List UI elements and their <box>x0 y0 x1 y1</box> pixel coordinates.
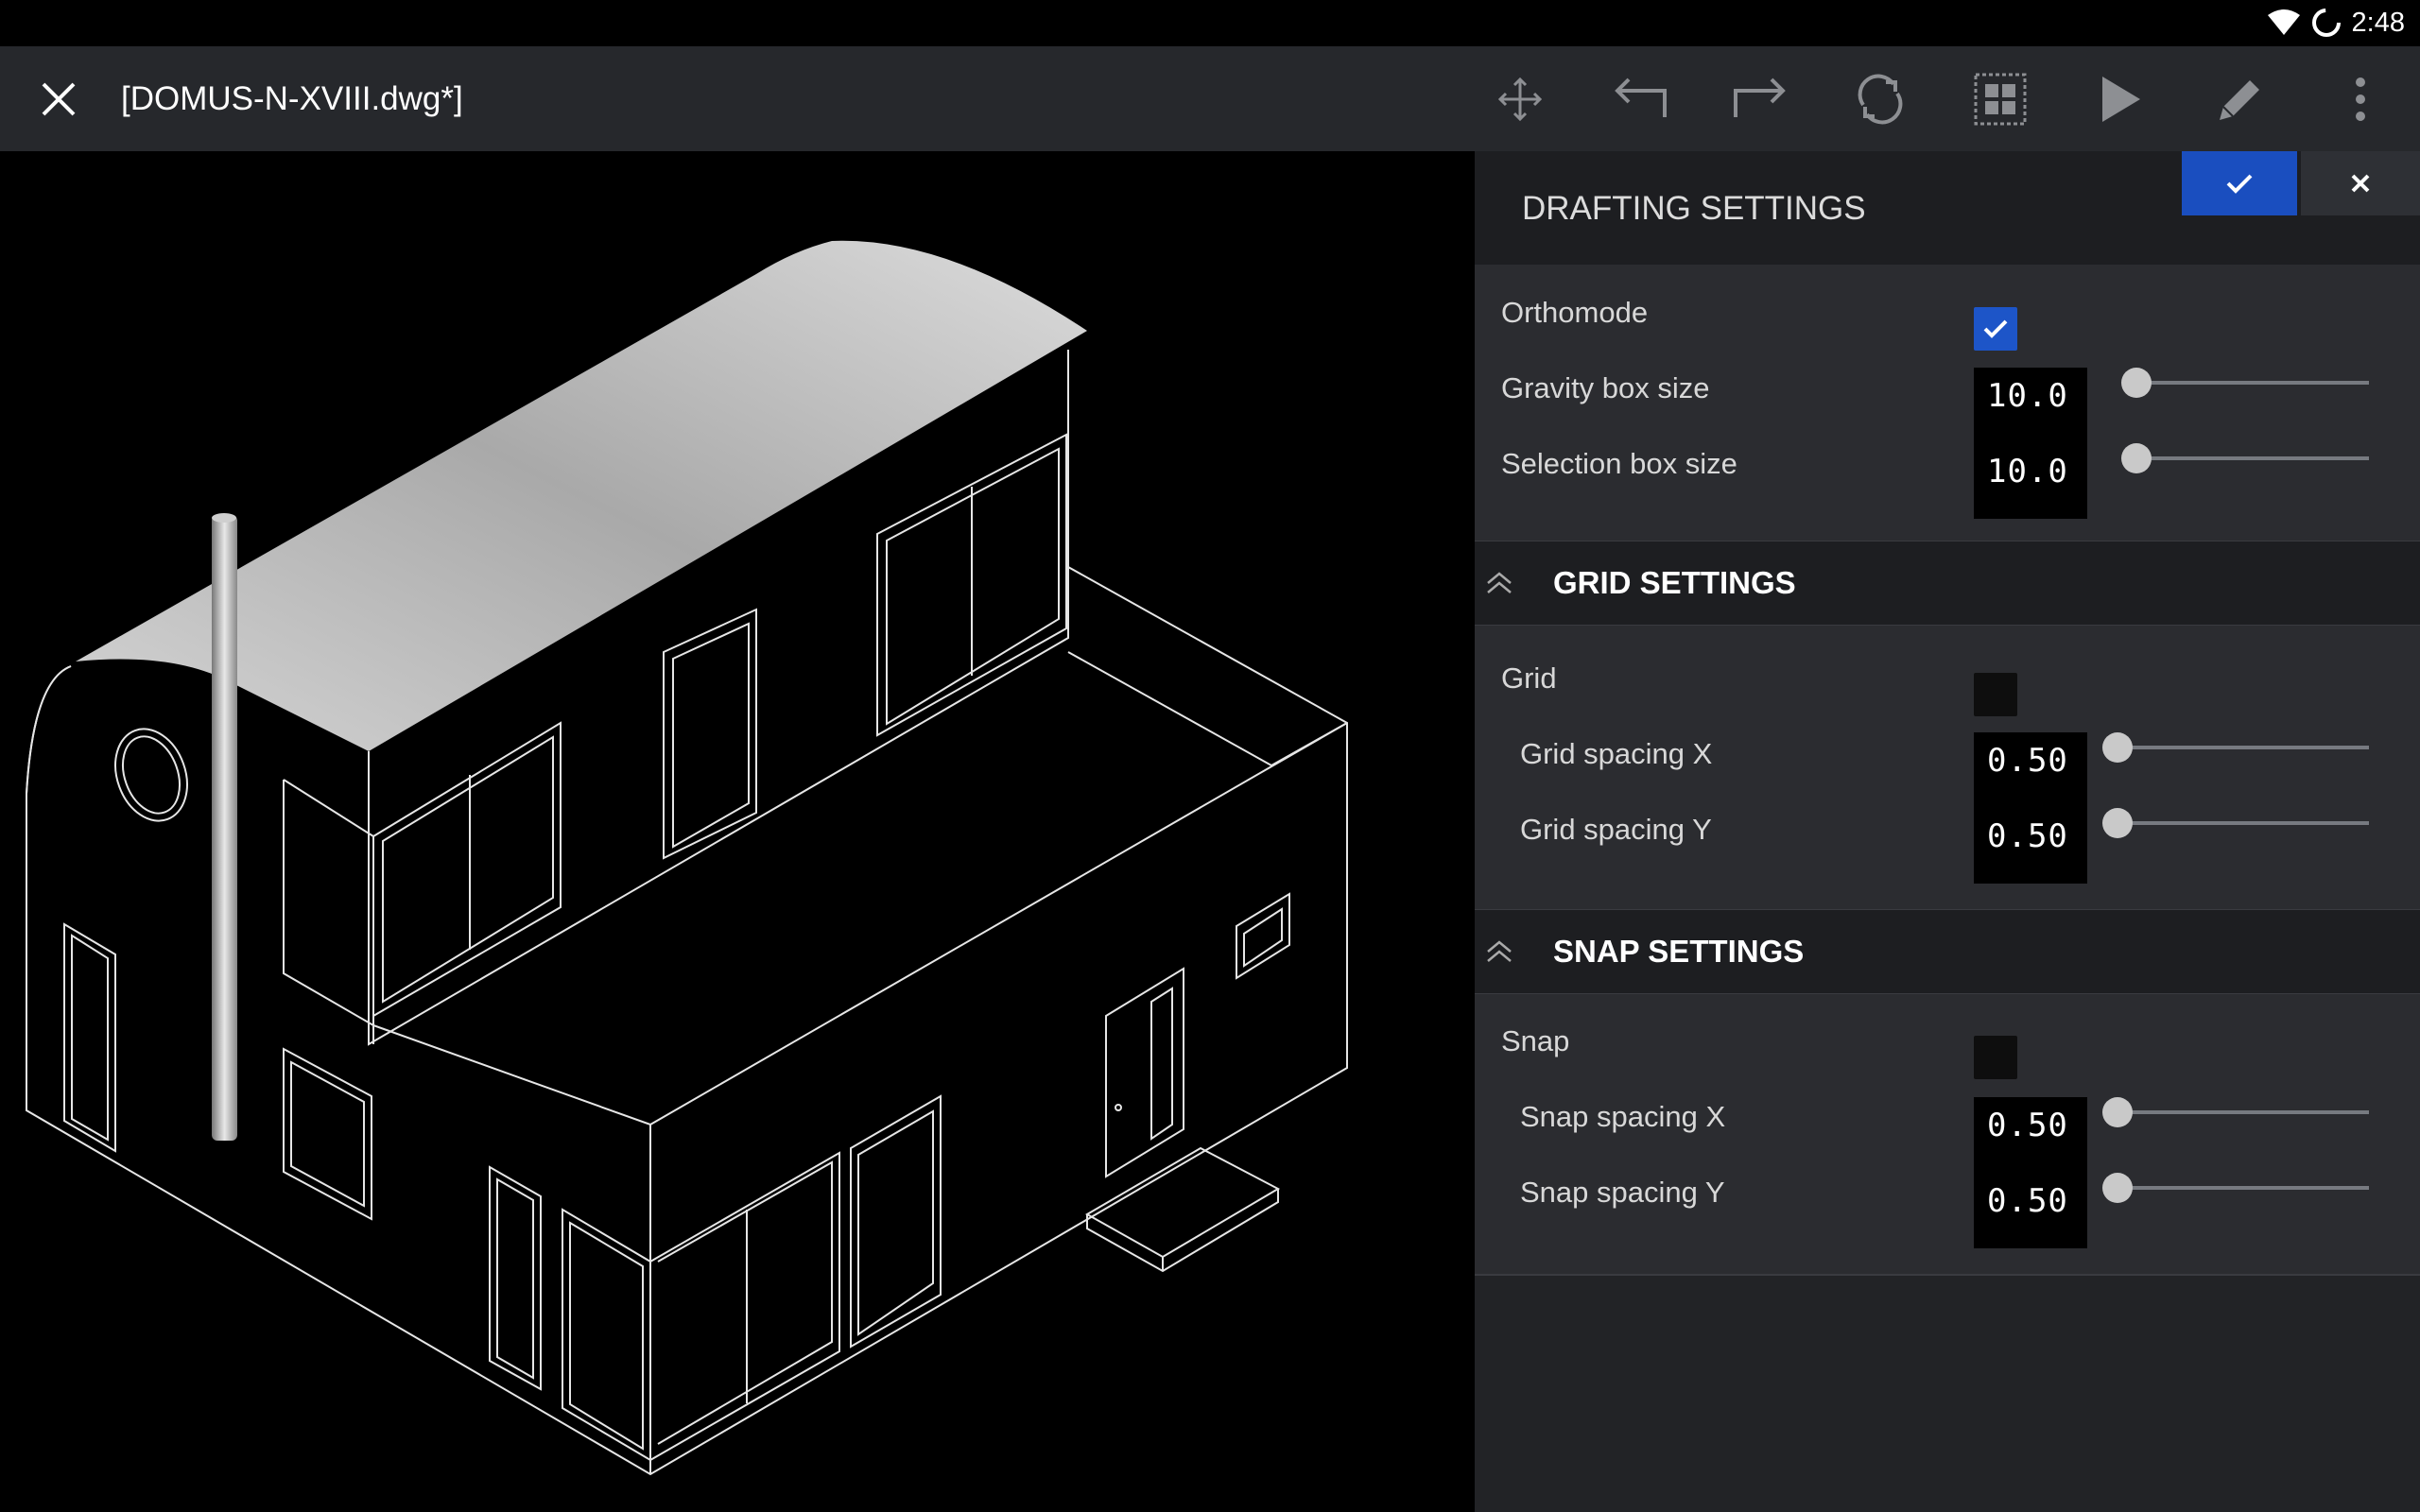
drawing-canvas[interactable] <box>0 151 1475 1512</box>
drafting-settings-panel: DRAFTING SETTINGS Orthomode Gravity box … <box>1475 151 2420 1512</box>
snap-section: Snap Snap spacing X Snap spacing Y <box>1475 994 2420 1274</box>
gravity-box-input[interactable]: 10.0 <box>1974 368 2087 443</box>
panel-header: DRAFTING SETTINGS <box>1475 151 2420 265</box>
snap-spacing-y-value: 0.50 <box>1987 1182 2068 1220</box>
slider-thumb[interactable] <box>2102 732 2133 763</box>
more-vert-icon <box>2355 77 2365 121</box>
play-icon <box>2101 76 2140 122</box>
gravity-box-value: 10.0 <box>1987 377 2068 415</box>
drafting-section: Orthomode Gravity box size Selection box… <box>1475 265 2420 541</box>
snap-spacing-x-value: 0.50 <box>1987 1107 2068 1144</box>
grid-spacing-y-value: 0.50 <box>1987 817 2068 855</box>
redo-button[interactable] <box>1700 46 1820 151</box>
grid-spacing-y-input[interactable]: 0.50 <box>1974 808 2087 884</box>
redo-icon <box>1733 77 1786 117</box>
house-3d-model <box>26 240 1348 1476</box>
toolbar-actions <box>1460 46 2420 151</box>
gravity-box-slider[interactable] <box>2121 368 2369 398</box>
more-options-button[interactable] <box>2300 46 2420 151</box>
grid-spacing-y-label: Grid spacing Y <box>1520 813 1712 846</box>
grid-spacing-x-slider[interactable] <box>2102 732 2369 763</box>
top-toolbar: [DOMUS-N-XVIII.dwg*] <box>0 46 2420 151</box>
snap-spacing-y-label: Snap spacing Y <box>1520 1176 1725 1209</box>
select-window-icon <box>1974 73 2026 125</box>
wifi-icon <box>2267 9 2300 35</box>
orbit-icon <box>1858 74 1902 124</box>
slider-thumb[interactable] <box>2121 443 2152 473</box>
selection-box-label: Selection box size <box>1501 447 1737 480</box>
gravity-box-label: Gravity box size <box>1501 371 1710 404</box>
status-time: 2:48 <box>2351 7 2405 38</box>
grid-settings-header[interactable]: GRID SETTINGS <box>1475 541 2420 626</box>
orthomode-label: Orthomode <box>1501 296 1649 329</box>
grid-spacing-x-value: 0.50 <box>1987 742 2068 780</box>
undo-button[interactable] <box>1580 46 1700 151</box>
file-title: [DOMUS-N-XVIII.dwg*] <box>121 80 463 117</box>
confirm-button[interactable] <box>2182 151 2297 215</box>
selection-box-value: 10.0 <box>1987 453 2068 490</box>
grid-checkbox[interactable] <box>1974 673 2017 716</box>
snap-checkbox[interactable] <box>1974 1036 2017 1079</box>
play-button[interactable] <box>2060 46 2180 151</box>
snap-spacing-y-slider[interactable] <box>2102 1173 2369 1203</box>
move-button[interactable] <box>1460 46 1580 151</box>
undo-icon <box>1614 77 1667 117</box>
status-icons: 2:48 <box>2267 6 2405 40</box>
snap-spacing-x-slider[interactable] <box>2102 1097 2369 1127</box>
edit-button[interactable] <box>2180 46 2300 151</box>
selection-box-input[interactable]: 10.0 <box>1974 443 2087 519</box>
cancel-button[interactable] <box>2301 151 2420 215</box>
move-icon <box>1497 77 1542 121</box>
slider-thumb[interactable] <box>2102 1097 2133 1127</box>
grid-spacing-x-label: Grid spacing X <box>1520 737 1713 770</box>
grid-section: Grid Grid spacing X Grid spacing Y <box>1475 626 2420 909</box>
close-icon <box>2351 174 2370 193</box>
snap-spacing-x-label: Snap spacing X <box>1520 1100 1726 1133</box>
close-file-button[interactable] <box>28 69 89 129</box>
snap-settings-header[interactable]: SNAP SETTINGS <box>1475 909 2420 994</box>
check-icon <box>2226 174 2253 194</box>
section-divider <box>1475 1274 2420 1276</box>
chevron-up-icon <box>1487 940 1512 962</box>
loading-icon <box>2311 9 2341 37</box>
grid-label: Grid <box>1501 662 1557 695</box>
close-icon <box>42 82 76 116</box>
snap-label: Snap <box>1501 1024 1570 1057</box>
orthomode-checkbox[interactable] <box>1974 307 2017 351</box>
slider-thumb[interactable] <box>2102 1173 2133 1203</box>
snap-spacing-x-input[interactable]: 0.50 <box>1974 1097 2087 1173</box>
slider-thumb[interactable] <box>2102 808 2133 838</box>
grid-spacing-x-input[interactable]: 0.50 <box>1974 732 2087 808</box>
slider-thumb[interactable] <box>2121 368 2152 398</box>
edit-icon <box>2219 79 2259 120</box>
selection-box-slider[interactable] <box>2121 443 2369 473</box>
chevron-up-icon <box>1487 572 1512 593</box>
grid-settings-title: GRID SETTINGS <box>1553 565 1796 600</box>
snap-settings-title: SNAP SETTINGS <box>1553 934 1805 969</box>
check-icon <box>1983 319 2008 338</box>
select-window-button[interactable] <box>1940 46 2060 151</box>
orbit-button[interactable] <box>1820 46 1940 151</box>
grid-spacing-y-slider[interactable] <box>2102 808 2369 838</box>
snap-spacing-y-input[interactable]: 0.50 <box>1974 1173 2087 1248</box>
panel-title: DRAFTING SETTINGS <box>1522 190 1866 227</box>
status-bar: 2:48 <box>0 0 2420 46</box>
